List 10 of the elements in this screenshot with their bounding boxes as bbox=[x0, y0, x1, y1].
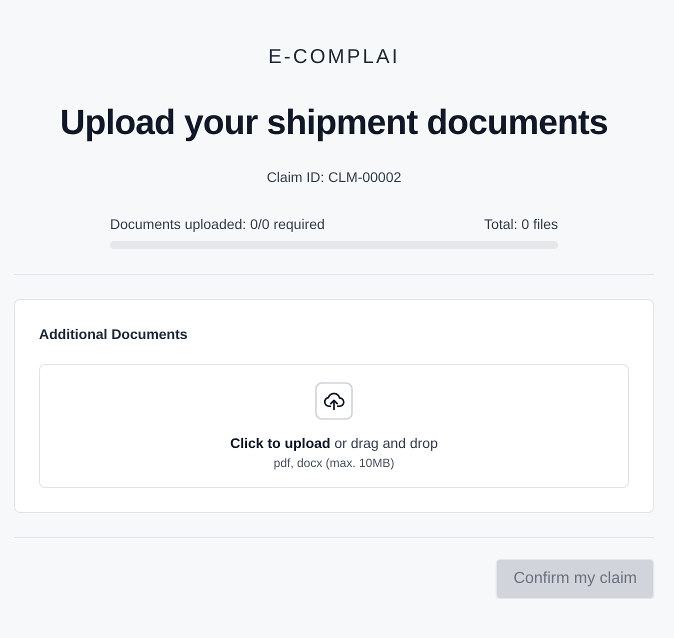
section-title: Additional Documents bbox=[39, 325, 189, 344]
file-total-text: Total: 0 files bbox=[484, 215, 558, 234]
upload-instructions: Click to upload or drag and drop bbox=[229, 434, 439, 453]
file-type-hint: pdf, docx (max. 10MB) bbox=[272, 455, 396, 471]
logo: E-COMPLAI bbox=[268, 45, 400, 69]
claim-id-text: Claim ID: CLM-00002 bbox=[266, 168, 402, 187]
page-title: Upload your shipment documents bbox=[59, 102, 609, 144]
progress-label: Documents uploaded: 0/0 required bbox=[110, 215, 325, 234]
upload-cloud-icon bbox=[315, 382, 353, 420]
upload-dropzone[interactable]: Click to upload or drag and drop pdf, docx (max. 10MB) bbox=[39, 364, 629, 488]
